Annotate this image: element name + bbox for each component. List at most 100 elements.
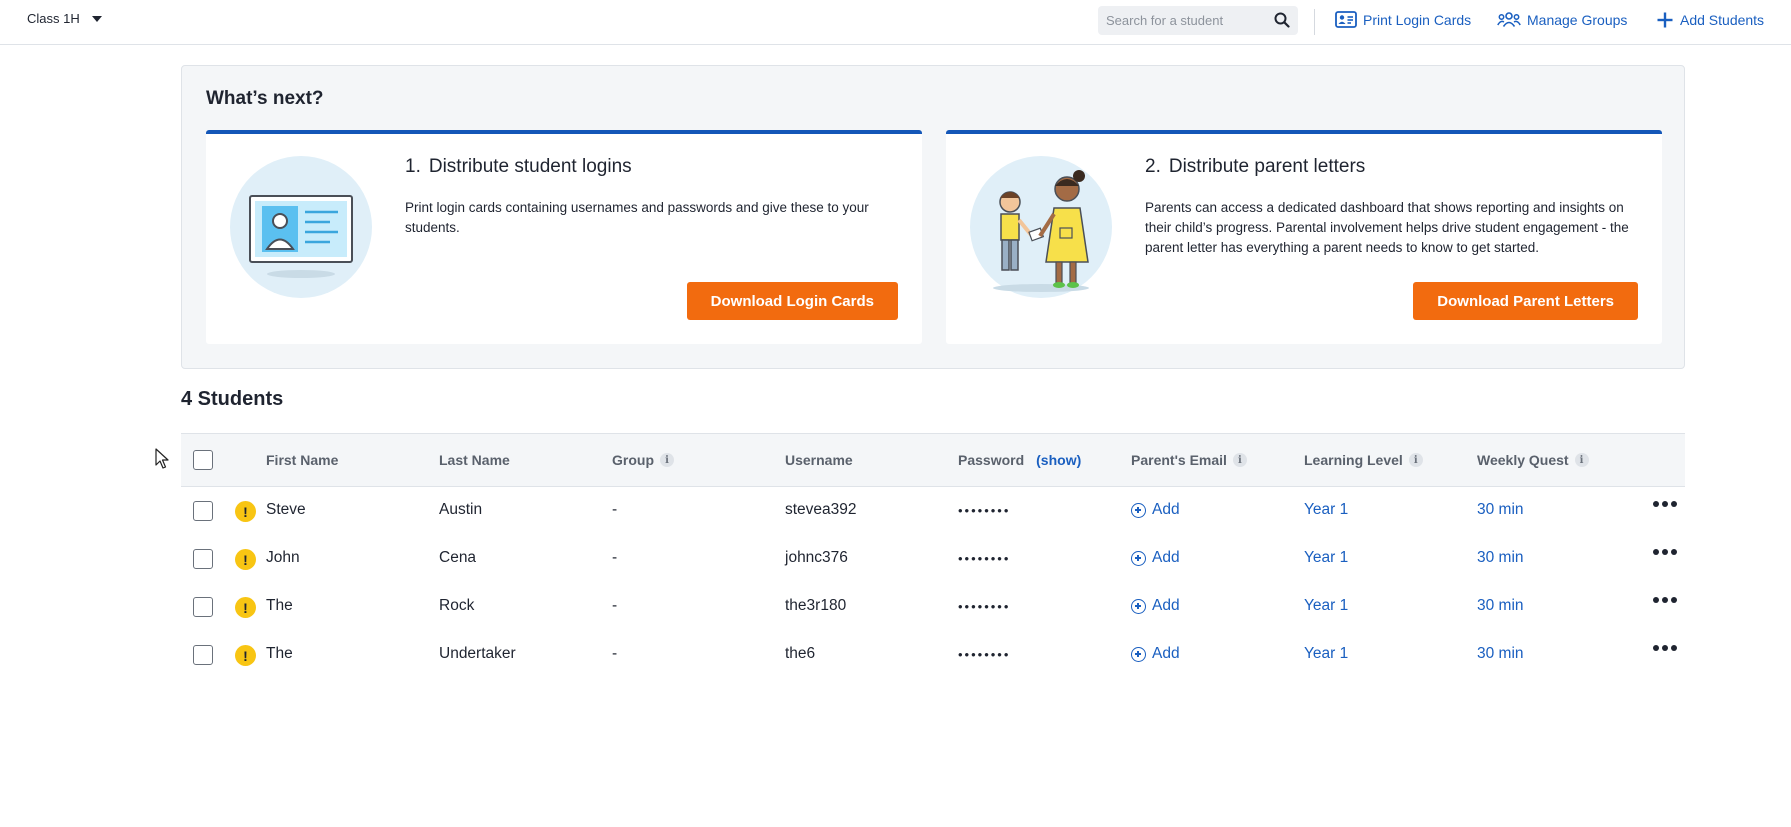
group: -	[612, 645, 618, 662]
search-box	[1098, 6, 1298, 35]
group: -	[612, 549, 618, 566]
manage-groups-link[interactable]: Manage Groups	[1497, 11, 1627, 28]
row-checkbox[interactable]	[193, 597, 213, 617]
plus-circle-icon	[1131, 550, 1146, 566]
add-parent-email-link[interactable]: Add	[1131, 501, 1180, 519]
show-passwords-link[interactable]: (show)	[1036, 452, 1081, 468]
first-name: John	[266, 549, 300, 566]
weekly-quest-link[interactable]: 30 min	[1477, 645, 1524, 663]
print-login-cards-link[interactable]: Print Login Cards	[1335, 11, 1471, 28]
distribute-parent-letters-card: 2. Distribute parent letters Parents can …	[946, 130, 1662, 344]
info-icon[interactable]: i	[660, 453, 674, 467]
col-weekly-quest: Weekly Quest i	[1477, 452, 1589, 468]
info-icon[interactable]: i	[1574, 453, 1589, 467]
add-students-link[interactable]: Add Students	[1656, 11, 1764, 29]
table-row: ! The Rock - the3r180 •••••••• Add Year …	[181, 583, 1685, 631]
plus-circle-icon	[1131, 598, 1146, 614]
students-table: First Name Last Name Group i Username Pa…	[181, 433, 1685, 679]
last-name: Cena	[439, 549, 477, 566]
add-students-label: Add Students	[1680, 12, 1765, 28]
card-title: 1. Distribute student logins	[405, 156, 632, 178]
username: johnc376	[785, 549, 848, 566]
card-description: Parents can access a dedicated dashboard…	[1145, 200, 1629, 255]
plus-circle-icon	[1131, 646, 1146, 662]
more-options-icon[interactable]	[1653, 645, 1677, 651]
select-all-checkbox[interactable]	[193, 450, 213, 470]
print-login-cards-label: Print Login Cards	[1363, 11, 1472, 28]
username: stevea392	[785, 501, 857, 518]
search-icon[interactable]	[1274, 12, 1290, 33]
card-title: 2. Distribute parent letters	[1145, 156, 1365, 178]
learning-level-link[interactable]: Year 1	[1304, 501, 1348, 519]
col-parents-email: Parent's Email i	[1131, 452, 1247, 468]
warning-icon[interactable]: !	[235, 501, 256, 522]
plus-circle-icon	[1131, 502, 1146, 518]
download-parent-letters-button[interactable]: Download Parent Letters	[1413, 282, 1638, 320]
password: ••••••••	[958, 647, 1011, 662]
col-learning-level: Learning Level i	[1304, 452, 1423, 468]
add-parent-email-link[interactable]: Add	[1131, 549, 1180, 567]
last-name: Undertaker	[439, 645, 516, 662]
warning-icon[interactable]: !	[235, 597, 256, 618]
table-row: ! The Undertaker - the6 •••••••• Add Yea…	[181, 631, 1685, 679]
id-card-icon	[1335, 11, 1357, 28]
group: -	[612, 501, 618, 518]
download-login-cards-button[interactable]: Download Login Cards	[686, 282, 898, 320]
warning-icon[interactable]: !	[235, 645, 256, 666]
first-name: The	[266, 645, 293, 662]
add-label: Add	[1152, 597, 1180, 614]
mouse-cursor-icon	[155, 448, 169, 475]
info-icon[interactable]: i	[1408, 453, 1423, 467]
add-label: Add	[1152, 549, 1180, 566]
col-weekly-quest-label: Weekly Quest	[1477, 452, 1569, 468]
learning-level-link[interactable]: Year 1	[1304, 645, 1348, 663]
more-options-icon[interactable]	[1653, 597, 1677, 603]
row-checkbox[interactable]	[193, 549, 213, 569]
add-parent-email-link[interactable]: Add	[1131, 645, 1180, 663]
warning-icon[interactable]: !	[235, 549, 256, 570]
step-title: Distribute student logins	[428, 156, 632, 177]
whats-next-title: What’s next?	[206, 88, 324, 109]
learning-level-link[interactable]: Year 1	[1304, 597, 1348, 615]
users-icon	[1497, 12, 1521, 27]
class-selector[interactable]: Class 1H	[27, 11, 102, 26]
caret-down-icon	[91, 15, 102, 22]
info-icon[interactable]: i	[1232, 453, 1247, 467]
more-options-icon[interactable]	[1653, 549, 1677, 555]
search-input[interactable]	[1098, 13, 1268, 28]
weekly-quest-link[interactable]: 30 min	[1477, 501, 1524, 519]
divider	[1314, 9, 1315, 35]
col-last-name[interactable]: Last Name	[439, 452, 510, 468]
first-name: Steve	[266, 501, 306, 518]
weekly-quest-link[interactable]: 30 min	[1477, 597, 1524, 615]
last-name: Austin	[439, 501, 483, 518]
password: ••••••••	[958, 551, 1011, 566]
password: ••••••••	[958, 599, 1011, 614]
learning-level-link[interactable]: Year 1	[1304, 549, 1348, 567]
plus-icon	[1657, 12, 1673, 28]
parent-child-illustration	[970, 156, 1112, 298]
step-title: Distribute parent letters	[1168, 156, 1366, 177]
first-name: The	[266, 597, 293, 614]
row-checkbox[interactable]	[193, 645, 213, 665]
col-password: Password (show)	[958, 452, 1081, 468]
row-checkbox[interactable]	[193, 501, 213, 521]
username: the6	[785, 645, 816, 662]
login-card-illustration	[230, 156, 372, 298]
password: ••••••••	[958, 503, 1011, 518]
more-options-icon[interactable]	[1653, 501, 1677, 507]
add-parent-email-link[interactable]: Add	[1131, 597, 1180, 615]
card-description: Print login cards containing usernames a…	[405, 200, 869, 235]
col-parents-email-label: Parent's Email	[1131, 452, 1227, 468]
col-first-name[interactable]: First Name	[266, 452, 338, 468]
col-password-label: Password	[958, 452, 1025, 468]
last-name: Rock	[439, 597, 475, 614]
username: the3r180	[785, 597, 847, 614]
col-learning-level-label: Learning Level	[1304, 452, 1403, 468]
table-row: ! John Cena - johnc376 •••••••• Add Year…	[181, 535, 1685, 583]
weekly-quest-link[interactable]: 30 min	[1477, 549, 1524, 567]
group: -	[612, 597, 618, 614]
add-label: Add	[1152, 645, 1180, 662]
col-group: Group i	[612, 452, 674, 468]
col-username[interactable]: Username	[785, 452, 853, 468]
